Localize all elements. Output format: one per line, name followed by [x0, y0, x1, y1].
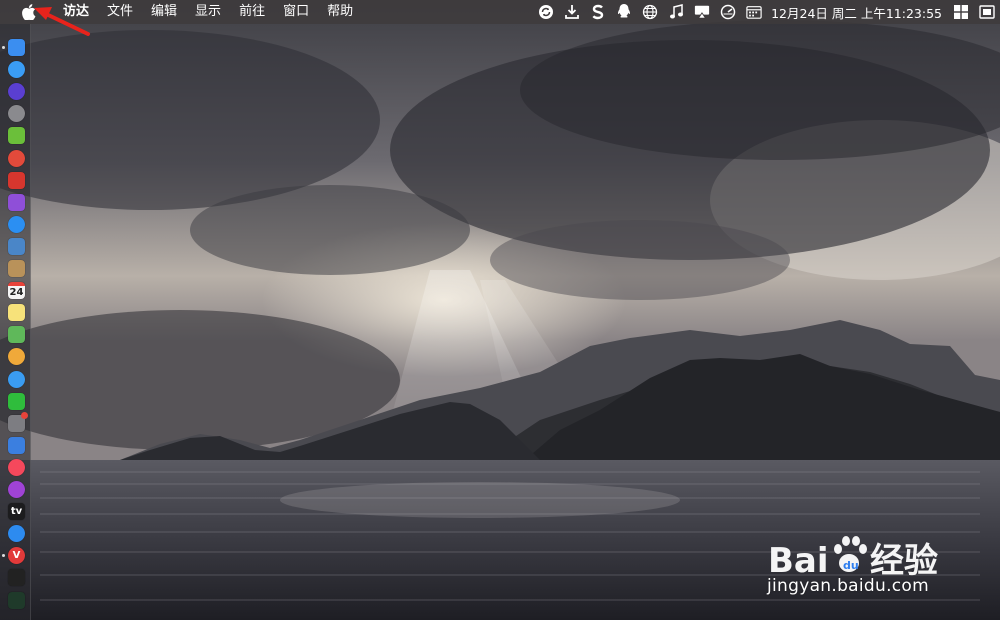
dock-item-label: tv: [10, 506, 23, 518]
dock-item-vivaldi[interactable]: V: [8, 547, 25, 565]
dock-item-notebook[interactable]: [8, 260, 25, 277]
dock-item-app-store-blue[interactable]: [8, 61, 25, 79]
dock-item-launchpad[interactable]: [8, 105, 25, 123]
svg-text:经验: 经验: [870, 541, 938, 581]
dock-item-app-store[interactable]: [8, 525, 25, 543]
menu-help[interactable]: 帮助: [318, 0, 362, 24]
qq-icon[interactable]: [616, 4, 632, 20]
dock-item-wechat[interactable]: [8, 392, 25, 410]
dock-item-preview[interactable]: [8, 237, 25, 255]
dock-item-podcasts[interactable]: [8, 481, 25, 498]
music-note-icon[interactable]: [668, 4, 684, 20]
calendar-icon[interactable]: [746, 4, 762, 20]
dock-item-label: V: [12, 550, 21, 562]
dock-item-dictionary-red[interactable]: [8, 171, 25, 189]
menubar-clock[interactable]: 12月24日 周二 上午11:23:55: [771, 3, 942, 22]
menu-view[interactable]: 显示: [186, 0, 230, 24]
display-toggle-icon[interactable]: [979, 4, 995, 20]
sync-icon[interactable]: [538, 4, 554, 20]
status-area: 12月24日 周二 上午11:23:55: [533, 0, 1000, 24]
notification-badge: [21, 411, 28, 419]
dock-item-keynote[interactable]: [8, 436, 25, 454]
s-app-icon[interactable]: [590, 4, 606, 20]
dock-item-terminal[interactable]: [8, 569, 25, 587]
menu-file[interactable]: 文件: [98, 0, 142, 24]
menu-window[interactable]: 窗口: [274, 0, 318, 24]
airplay-icon[interactable]: [694, 4, 710, 20]
menu-bar: 访达 文件 编辑 显示 前往 窗口 帮助 12月24日 周二 上午11:23:5…: [0, 0, 1000, 24]
dock-item-photos[interactable]: [8, 348, 25, 366]
dock-item-calendar[interactable]: 24: [8, 282, 25, 300]
dock-item-system-preferences[interactable]: [8, 411, 28, 432]
dock-item-messages[interactable]: [8, 370, 25, 388]
dock: 24 tv V: [0, 24, 31, 620]
download-icon[interactable]: [564, 4, 580, 20]
svg-text:du: du: [843, 559, 859, 572]
dock-item-label: 24: [9, 287, 24, 299]
annotation-arrow: [34, 7, 90, 36]
dock-item-safari[interactable]: [8, 215, 25, 233]
dock-item-apple-tv[interactable]: tv: [8, 503, 25, 521]
dock-item-activity-monitor[interactable]: [8, 591, 25, 609]
menu-edit[interactable]: 编辑: [142, 0, 186, 24]
globe-icon[interactable]: [642, 4, 658, 20]
running-indicator: [2, 554, 5, 558]
dock-item-maps[interactable]: [8, 326, 25, 344]
dock-item-android[interactable]: [8, 127, 25, 145]
microsoft-icon[interactable]: [953, 4, 969, 20]
svg-text:Bai: Bai: [768, 541, 829, 581]
dock-item-siri[interactable]: [8, 83, 25, 101]
dock-item-music[interactable]: [8, 458, 25, 476]
baidu-jingyan-watermark: Bai 经验 du: [768, 536, 938, 581]
dock-item-notes[interactable]: [8, 304, 25, 322]
gauge-icon[interactable]: [720, 4, 736, 20]
dock-item-chrome[interactable]: [8, 149, 25, 167]
menu-go[interactable]: 前往: [230, 0, 274, 24]
dock-item-purple-app[interactable]: [8, 193, 25, 211]
